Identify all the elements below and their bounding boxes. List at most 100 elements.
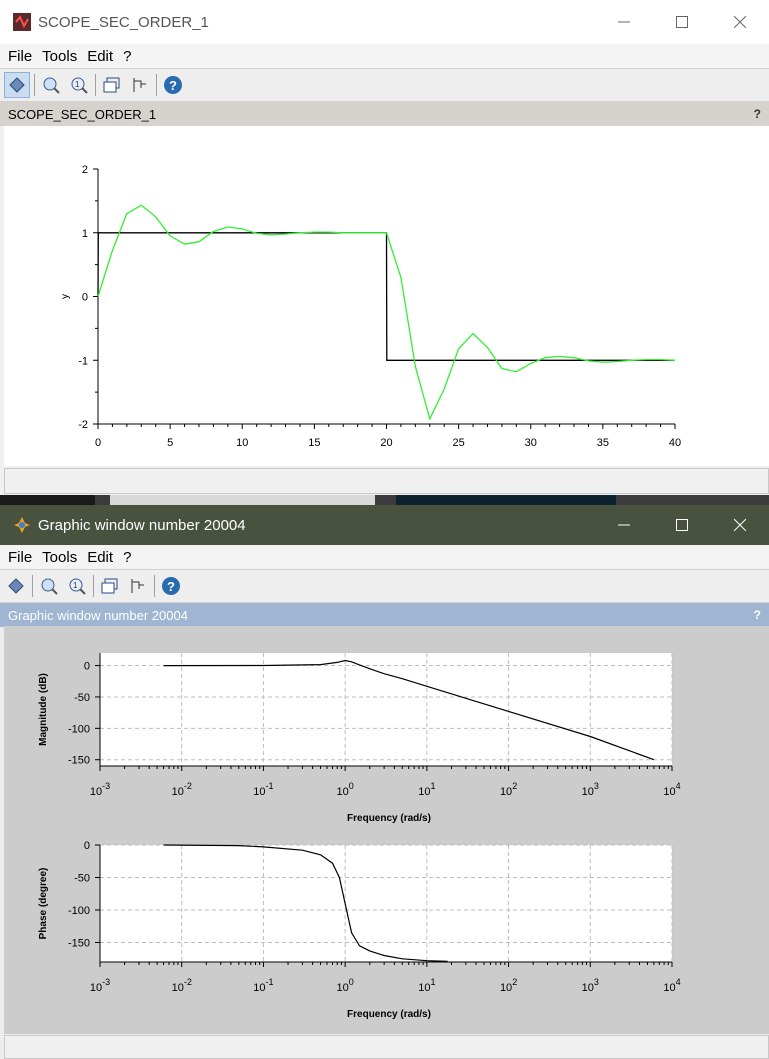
zoom-in-button[interactable] xyxy=(39,73,63,97)
x-tick-label: 25 xyxy=(453,437,465,449)
phase-x-tick-label: 103 xyxy=(582,977,599,994)
magnitude-plot-background xyxy=(100,653,672,766)
graphic-window-title: Graphic window number 20004 xyxy=(38,516,246,534)
svg-text:?: ? xyxy=(169,78,177,93)
phase-x-tick-label: 10-1 xyxy=(253,977,273,994)
menu-tools[interactable]: Tools xyxy=(42,48,77,65)
y-tick-label: 0 xyxy=(82,292,88,304)
phase-y-axis-label: Phase (degree) xyxy=(38,868,49,940)
magnitude-y-tick-label: 0 xyxy=(84,661,90,673)
x-tick-label: 20 xyxy=(380,437,392,449)
magnitude-x-tick-label: 100 xyxy=(337,781,354,798)
maximize-icon xyxy=(676,16,688,28)
phase-x-tick-label: 10-2 xyxy=(172,977,192,994)
close-icon xyxy=(734,519,746,531)
scope-doc-title: SCOPE_SEC_ORDER_1 xyxy=(8,106,157,122)
magnitude-y-tick-label: -50 xyxy=(74,692,90,704)
y-tick-label: 2 xyxy=(82,164,88,176)
x-tick-label: 15 xyxy=(308,437,320,449)
menu-file[interactable]: File xyxy=(8,549,32,566)
datatip-button[interactable] xyxy=(128,73,152,97)
phase-x-tick-label: 101 xyxy=(418,977,435,994)
zoom-reset-icon: 1 xyxy=(71,77,88,94)
magnitude-y-axis-label: Magnitude (dB) xyxy=(38,673,49,746)
maximize-button[interactable] xyxy=(653,0,711,44)
menu-help[interactable]: ? xyxy=(123,48,131,65)
desktop-gap-mid xyxy=(110,495,375,505)
maximize-button[interactable] xyxy=(653,505,711,545)
magnitude-y-tick-label: -150 xyxy=(68,755,90,767)
doc-help-mark[interactable]: ? xyxy=(754,608,761,622)
window-icon xyxy=(103,77,120,93)
magnitude-x-tick-label: 10-1 xyxy=(253,781,273,798)
minimize-icon xyxy=(618,524,630,526)
xcos-app-icon xyxy=(13,13,31,31)
menu-edit[interactable]: Edit xyxy=(87,549,113,566)
scope-titlebar[interactable]: SCOPE_SEC_ORDER_1 xyxy=(0,0,769,44)
graphic-titlebar[interactable]: Graphic window number 20004 xyxy=(0,505,769,545)
rotate-icon xyxy=(9,77,25,93)
menu-file[interactable]: File xyxy=(8,48,32,65)
zoom-in-icon xyxy=(41,578,58,595)
scope-plot-area: 0 5 10 15 20 25 30 35 40 -2 -1 0 1 2 y xyxy=(4,126,769,466)
phase-x-tick-label: 102 xyxy=(500,977,517,994)
menu-help[interactable]: ? xyxy=(123,549,131,566)
phase-y-tick-label: -50 xyxy=(74,873,90,885)
phase-x-tick-label: 100 xyxy=(337,977,354,994)
zoom-in-icon xyxy=(43,77,60,94)
rotate-button[interactable] xyxy=(4,72,30,98)
close-icon xyxy=(734,16,746,28)
scope-window: SCOPE_SEC_ORDER_1 File Tools Edit ? 1 ? … xyxy=(0,0,769,495)
magnitude-x-tick-label: 104 xyxy=(663,781,680,798)
scope-doc-title-bar: SCOPE_SEC_ORDER_1 ? xyxy=(0,102,769,126)
zoom-reset-icon: 1 xyxy=(69,578,86,595)
magnitude-x-tick-label: 10-2 xyxy=(172,781,192,798)
magnitude-y-tick-label: -100 xyxy=(68,723,90,735)
minimize-button[interactable] xyxy=(595,505,653,545)
maximize-icon xyxy=(676,519,688,531)
bode-charts: 10-3 10-2 10-1 100 101 102 103 104 0 -50 -100 -150 M… xyxy=(38,653,681,1020)
bode-plot-area: 10-3 10-2 10-1 100 101 102 103 104 0 -50 -100 -150 M… xyxy=(4,626,769,1034)
y-tick-label: 1 xyxy=(82,228,88,240)
minimize-button[interactable] xyxy=(595,0,653,44)
svg-text:1: 1 xyxy=(73,581,78,590)
scope-menubar: File Tools Edit ? xyxy=(0,44,769,68)
magnitude-x-tick-label: 101 xyxy=(418,781,435,798)
graphic-window: Graphic window number 20004 File Tools E… xyxy=(0,505,769,1059)
scope-status-bar xyxy=(4,468,769,494)
phase-x-tick-label: 10-3 xyxy=(90,977,110,994)
phase-x-tick-label: 104 xyxy=(663,977,680,994)
y-axis-label: y xyxy=(60,294,71,299)
graphic-doc-title: Graphic window number 20004 xyxy=(8,607,188,623)
doc-help-mark[interactable]: ? xyxy=(754,107,761,121)
menu-tools[interactable]: Tools xyxy=(42,549,77,566)
magnitude-x-axis-label: Frequency (rad/s) xyxy=(347,813,431,824)
close-button[interactable] xyxy=(711,505,769,545)
help-icon: ? xyxy=(164,76,182,94)
reference-signal-line xyxy=(97,232,675,361)
graphic-status-bar xyxy=(4,1035,769,1059)
scope-toolbar: 1 ? xyxy=(0,68,769,102)
graphic-doc-title-bar: Graphic window number 20004 ? xyxy=(0,603,769,627)
rotate-button[interactable] xyxy=(4,574,28,598)
scope-chart: 0 5 10 15 20 25 30 35 40 -2 -1 0 1 2 y xyxy=(60,164,681,449)
zoom-reset-button[interactable]: 1 xyxy=(67,73,91,97)
phase-y-tick-label: -150 xyxy=(68,938,90,950)
close-button[interactable] xyxy=(711,0,769,44)
help-button[interactable]: ? xyxy=(161,73,185,97)
x-tick-label: 10 xyxy=(236,437,248,449)
window-button[interactable] xyxy=(98,574,122,598)
menu-edit[interactable]: Edit xyxy=(87,48,113,65)
magnitude-x-tick-label: 10-3 xyxy=(90,781,110,798)
zoom-in-button[interactable] xyxy=(37,574,61,598)
window-button[interactable] xyxy=(100,73,124,97)
zoom-reset-button[interactable]: 1 xyxy=(65,574,89,598)
graphic-menubar: File Tools Edit ? xyxy=(0,545,769,569)
help-button[interactable]: ? xyxy=(159,574,183,598)
datatip-icon xyxy=(131,579,144,593)
datatip-icon xyxy=(133,78,146,92)
datatip-button[interactable] xyxy=(126,574,150,598)
phase-plot-background xyxy=(100,845,672,962)
phase-y-tick-label: -100 xyxy=(68,905,90,917)
x-tick-label: 30 xyxy=(525,437,537,449)
